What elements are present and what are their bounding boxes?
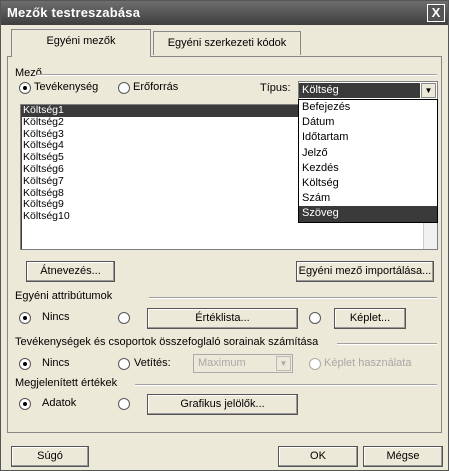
field-group-divider [37,74,437,76]
chevron-down-icon: ▼ [276,356,291,371]
field-group-label: Mező [15,67,42,79]
value-list-button[interactable]: Értéklista... [147,308,298,329]
dialog-window: Mezők testreszabása X Egyéni mezők Egyén… [0,0,449,471]
type-combobox[interactable]: Költség ▼ [298,81,438,100]
tab-custom-fields[interactable]: Egyéni mezők [11,29,151,57]
type-dropdown-list[interactable]: Befejezés Dátum Időtartam Jelző Kezdés Költsé… [298,99,438,223]
tab-outline-codes[interactable]: Egyéni szerkezeti kódok [153,31,301,55]
display-divider [135,384,437,386]
type-option[interactable]: Költség [299,176,437,191]
type-combobox-value: Költség [299,83,420,98]
summary-none-label: Nincs [42,357,70,369]
import-field-button[interactable]: Egyéni mező importálása... [296,261,434,282]
type-option[interactable]: Dátum [299,115,437,130]
window-title: Mezők testreszabása [7,5,141,20]
rollup-label: Vetítés: [134,357,171,369]
type-option[interactable]: Kezdés [299,161,437,176]
type-label: Típus: [260,82,291,94]
type-option[interactable]: Jelző [299,146,437,161]
type-option[interactable]: Befejezés [299,100,437,115]
use-formula-radio [309,358,321,370]
rollup-radio[interactable] [118,358,130,370]
rollup-select-value: Maximum [198,357,246,369]
attributes-none-radio[interactable] [19,312,31,324]
value-list-radio[interactable] [118,312,130,324]
rollup-select: Maximum ▼ [193,354,293,373]
display-data-label: Adatok [42,397,77,409]
display-data-radio[interactable] [19,398,31,410]
task-radio[interactable] [19,82,31,94]
use-formula-label: Képlet használata [324,357,412,369]
type-option[interactable]: Időtartam [299,130,437,145]
display-group-label: Megjelenített értékek [15,377,118,389]
formula-radio[interactable] [309,312,321,324]
type-option[interactable]: Szám [299,191,437,206]
resource-radio[interactable] [118,82,130,94]
summary-divider [337,343,437,345]
type-option[interactable]: Szöveg [299,206,437,222]
task-radio-label: Tevékenység [34,81,99,93]
attributes-none-label: Nincs [42,311,70,323]
attributes-group-label: Egyéni attribútumok [15,290,113,302]
cancel-button[interactable]: Mégse [363,446,443,467]
help-button[interactable]: Súgó [11,446,89,467]
graphical-indicators-button[interactable]: Grafikus jelölők... [147,394,298,415]
close-button[interactable]: X [427,4,445,22]
rename-button[interactable]: Átnevezés... [26,261,115,282]
title-bar: Mezők testreszabása X [1,1,448,25]
formula-button[interactable]: Képlet... [334,308,406,329]
graphical-indicators-radio[interactable] [118,398,130,410]
attributes-divider [149,297,437,299]
ok-button[interactable]: OK [278,446,358,467]
resource-radio-label: Erőforrás [133,81,179,93]
summary-group-label: Tevékenységek és csoportok összefoglaló … [15,336,319,348]
summary-none-radio[interactable] [19,358,31,370]
chevron-down-icon[interactable]: ▼ [421,83,436,98]
